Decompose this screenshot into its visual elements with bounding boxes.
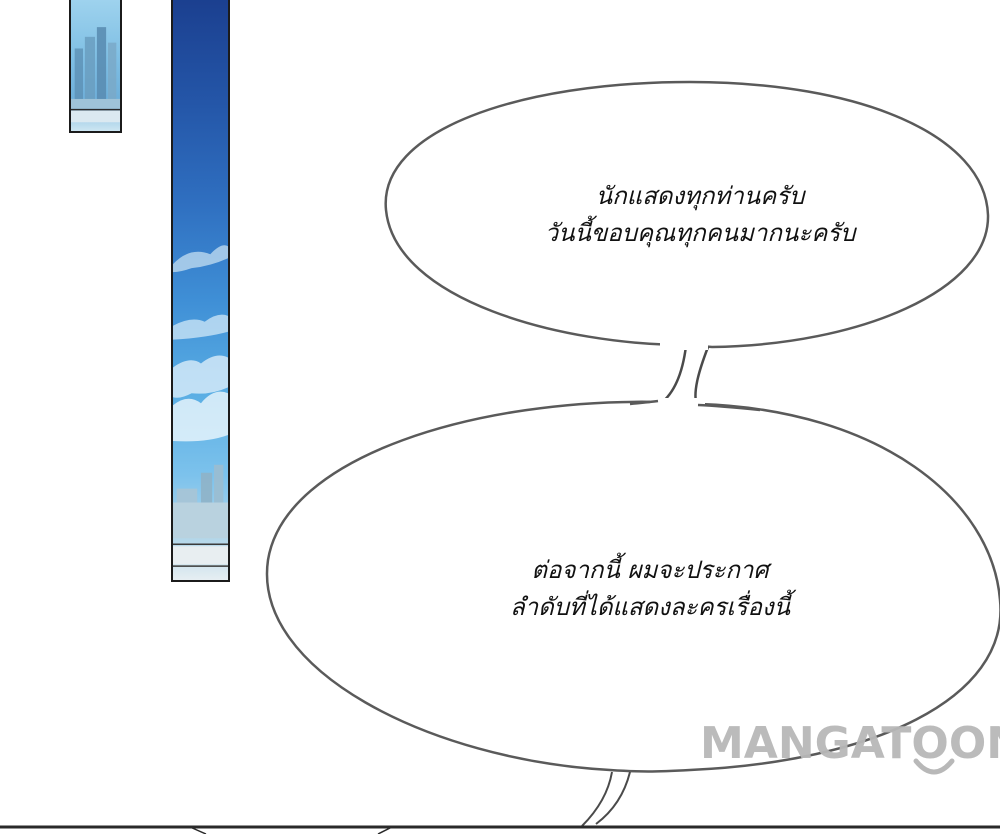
watermark-smile-icon (913, 758, 955, 775)
speech-line: ลำดับที่ได้แสดงละครเรื่องนี้ (509, 593, 791, 621)
bubble-connector (659, 345, 710, 407)
speech-line: นักแสดงทุกท่านครับ (595, 182, 805, 210)
speech-bubbles-layer (0, 80, 1000, 834)
speech-line: วันนี้ขอบคุณทุกคนมากนะครับ (544, 219, 856, 247)
speech-text-top: นักแสดงทุกท่านครับ วันนี้ขอบคุณทุกคนมากน… (500, 178, 900, 252)
bubble-tail-bottom (581, 771, 631, 827)
speech-line: ต่อจากนี้ ผมจะประกาศ (531, 556, 769, 584)
speech-text-bottom: ต่อจากนี้ ผมจะประกาศ ลำดับที่ได้แสดงละคร… (450, 552, 850, 626)
